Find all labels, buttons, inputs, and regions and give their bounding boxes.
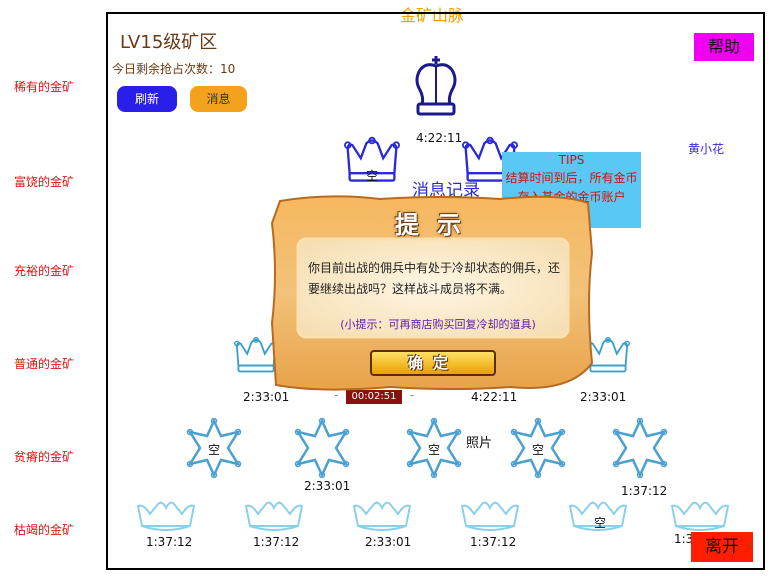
depleted-mine-tiara-icon[interactable] — [352, 500, 412, 536]
depleted-mine-empty-label: 空 — [593, 516, 606, 530]
depleted-mine-timer: 1:37:12 — [146, 535, 193, 549]
tier-label-ample: 充裕的金矿 — [14, 264, 75, 278]
remaining-attempts: 今日剩余抢占次数：10 — [112, 62, 236, 76]
poor-mine-empty-label: 空 — [531, 443, 544, 457]
dialog-message: 你目前出战的佣兵中有处于冷却状态的佣兵，还要继续出战吗？这样战斗成员将不满。 — [308, 261, 561, 296]
dialog-hint: (小提示：可再商店购买回复冷却的道具) — [340, 318, 536, 331]
poor-mine-star-icon[interactable] — [292, 418, 352, 478]
messages-button[interactable]: 消息 — [190, 86, 247, 112]
poor-mine-empty-label: 空 — [427, 443, 440, 457]
tier-label-depleted: 枯竭的金矿 — [14, 523, 75, 537]
rare-mine-timer: 4:22:11 — [416, 131, 463, 145]
tips-title: TIPS — [558, 153, 585, 167]
depleted-mine-tiara-icon[interactable] — [460, 500, 520, 536]
player-name[interactable]: 黄小花 — [688, 140, 724, 157]
tier-label-rich: 富饶的金矿 — [14, 175, 75, 189]
tips-line-1: 结算时间到后，所有金币 — [505, 171, 638, 185]
depleted-mine-tiara-icon[interactable] — [136, 500, 196, 536]
rich-mine-empty-label: 空 — [365, 169, 378, 183]
depleted-mine-tiara-icon[interactable] — [670, 500, 730, 536]
dialog-title: 提示 — [395, 211, 479, 239]
zone-title: LV15级矿区 — [120, 32, 218, 53]
depleted-mine-tiara-icon[interactable] — [244, 500, 304, 536]
confirm-button[interactable]: 确定 — [370, 350, 496, 376]
photo-label: 照片 — [466, 436, 493, 451]
tier-label-poor: 贫瘠的金矿 — [14, 450, 75, 464]
tier-label-rare: 稀有的金矿 — [14, 80, 75, 94]
depleted-mine-timer: 1:37:12 — [470, 535, 517, 549]
depleted-mine-timer: 1:37:12 — [253, 535, 300, 549]
help-button[interactable]: 帮助 — [694, 33, 754, 61]
poor-mine-empty-label: 空 — [207, 443, 220, 457]
refresh-button[interactable]: 刷新 — [117, 86, 177, 112]
leave-button[interactable]: 离开 — [691, 532, 753, 562]
poor-mine-timer: 2:33:01 — [304, 479, 351, 493]
poor-mine-star-icon[interactable] — [610, 418, 670, 478]
poor-mine-timer: 1:37:12 — [621, 484, 668, 498]
rare-mine-crown-icon[interactable] — [406, 54, 466, 124]
tier-label-common: 普通的金矿 — [14, 357, 75, 371]
depleted-mine-timer: 2:33:01 — [365, 535, 412, 549]
